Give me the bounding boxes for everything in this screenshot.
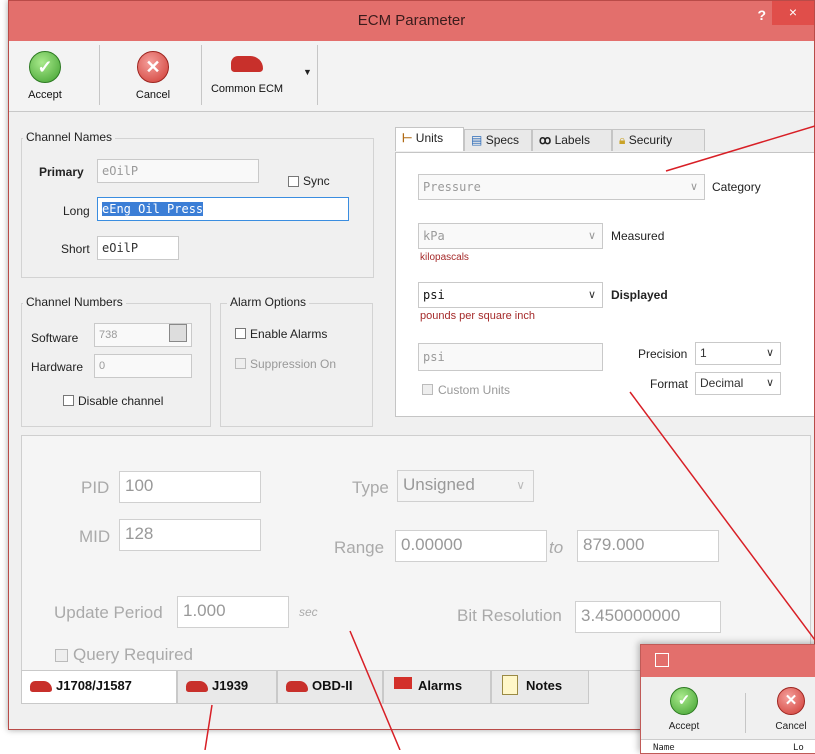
callout-line bbox=[349, 630, 401, 750]
annotation-lines bbox=[204, 125, 815, 750]
callout-line bbox=[629, 391, 815, 641]
callout-line bbox=[665, 125, 815, 172]
callout-line bbox=[204, 704, 213, 750]
